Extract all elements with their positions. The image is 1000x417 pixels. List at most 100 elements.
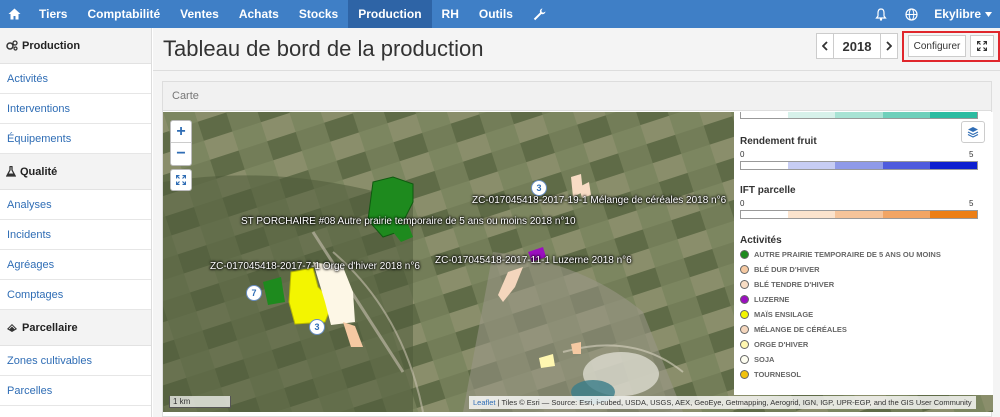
legend-activity-label: TOURNESOL bbox=[754, 370, 801, 379]
legend-activity-label: LUZERNE bbox=[754, 295, 790, 304]
sidebar-item-comptages[interactable]: Comptages bbox=[0, 280, 151, 310]
legend-gradient-top bbox=[740, 112, 978, 119]
previous-year-button[interactable] bbox=[816, 33, 834, 59]
legend-activity-label: BLÉ DUR D'HIVER bbox=[754, 265, 820, 274]
bell-icon bbox=[875, 7, 887, 21]
panel-header: Carte bbox=[163, 82, 991, 111]
legend-ift-gradient bbox=[740, 210, 978, 219]
configure-button[interactable]: Configurer bbox=[908, 35, 966, 57]
legend-swatch bbox=[740, 280, 749, 289]
map-label[interactable]: ZC-017045418-2017-7-1 Orge d'hiver 2018 … bbox=[210, 261, 420, 272]
leaflet-link[interactable]: Leaflet bbox=[473, 398, 496, 407]
map[interactable]: + − ZC-017045418-2017-19-1 Mélange de cé… bbox=[163, 112, 993, 412]
marker-cluster[interactable]: 7 bbox=[246, 285, 262, 301]
legend-activity-item: LUZERNE bbox=[740, 295, 789, 304]
sidebar-item-incidents[interactable]: Incidents bbox=[0, 220, 151, 250]
language-button[interactable] bbox=[896, 0, 926, 28]
header-divider bbox=[153, 70, 1000, 71]
sidebar-item-agreages[interactable]: Agréages bbox=[0, 250, 151, 280]
sidebar-section-title: Production bbox=[22, 39, 81, 52]
layers-icon bbox=[967, 127, 979, 138]
zoom-control: + − bbox=[170, 120, 192, 166]
legend-activity-item: AUTRE PRAIRIE TEMPORAIRE DE 5 ANS OU MOI… bbox=[740, 250, 941, 259]
next-year-button[interactable] bbox=[880, 33, 898, 59]
zoom-out-button[interactable]: − bbox=[171, 143, 191, 165]
sidebar-section-title: Parcellaire bbox=[22, 321, 78, 334]
sidebar-item-interventions[interactable]: Interventions bbox=[0, 94, 151, 124]
sidebar-section-parcellaire: Parcellaire bbox=[0, 310, 151, 346]
fullscreen-button[interactable] bbox=[970, 35, 994, 57]
legend-activity-item: BLÉ TENDRE D'HIVER bbox=[740, 280, 834, 289]
nav-production[interactable]: Production bbox=[348, 0, 432, 28]
legend-activity-item: ORGE D'HIVER bbox=[740, 340, 808, 349]
legend-ift-min: 0 bbox=[740, 199, 745, 208]
sidebar: Production Activités Interventions Équip… bbox=[0, 28, 152, 417]
legend-activity-item: MAÏS ENSILAGE bbox=[740, 310, 813, 319]
chevron-right-icon bbox=[886, 41, 892, 51]
legend-swatch bbox=[740, 340, 749, 349]
sidebar-section-production: Production bbox=[0, 28, 151, 64]
flask-icon bbox=[6, 166, 16, 177]
wrench-icon bbox=[533, 8, 546, 20]
layers-button[interactable] bbox=[961, 121, 985, 143]
zoom-in-button[interactable]: + bbox=[171, 121, 191, 143]
legend-swatch bbox=[740, 325, 749, 334]
legend-activity-item: BLÉ DUR D'HIVER bbox=[740, 265, 820, 274]
nav-ventes[interactable]: Ventes bbox=[170, 0, 229, 28]
map-label[interactable]: ZC-017045418-2017-19-1 Mélange de céréal… bbox=[472, 195, 726, 206]
nav-tiers[interactable]: Tiers bbox=[29, 0, 77, 28]
map-fullscreen-button[interactable] bbox=[170, 169, 192, 191]
sidebar-item-parcelles[interactable]: Parcelles bbox=[0, 376, 151, 406]
legend-activity-label: AUTRE PRAIRIE TEMPORAIRE DE 5 ANS OU MOI… bbox=[754, 250, 941, 259]
main-content: Tableau de bord de la production 2018 Co… bbox=[153, 28, 1000, 417]
sidebar-item-activites[interactable]: Activités bbox=[0, 64, 151, 94]
user-name: Ekylibre bbox=[934, 7, 981, 21]
nav-comptabilite[interactable]: Comptabilité bbox=[77, 0, 170, 28]
map-label[interactable]: ZC-017045418-2017-11-1 Luzerne 2018 n°6 bbox=[435, 255, 632, 266]
legend-activity-item: TOURNESOL bbox=[740, 370, 801, 379]
legend-swatch bbox=[740, 265, 749, 274]
user-menu[interactable]: Ekylibre bbox=[926, 7, 1000, 21]
navbar-right: Ekylibre bbox=[866, 0, 1000, 28]
legend-rendement-gradient bbox=[740, 161, 978, 170]
legend-swatch bbox=[740, 355, 749, 364]
map-scale: 1 km bbox=[169, 396, 231, 408]
legend-ift-title: IFT parcelle bbox=[740, 185, 796, 196]
legend-activities-title: Activités bbox=[740, 235, 782, 246]
legend-activity-label: MAÏS ENSILAGE bbox=[754, 310, 814, 319]
legend-activity-label: MÉLANGE DE CÉRÉALES bbox=[754, 325, 847, 334]
legend-swatch bbox=[740, 310, 749, 319]
sidebar-section-qualite: Qualité bbox=[0, 154, 151, 190]
legend-activity-label: SOJA bbox=[754, 355, 775, 364]
legend-rendement-title: Rendement fruit bbox=[740, 136, 817, 147]
legend-swatch bbox=[740, 250, 749, 259]
legend-activity-item: SOJA bbox=[740, 355, 774, 364]
nav-outils[interactable]: Outils bbox=[469, 0, 523, 28]
page-title: Tableau de bord de la production bbox=[163, 36, 484, 61]
sidebar-item-equipements[interactable]: Équipements bbox=[0, 124, 151, 154]
year-selector: 2018 bbox=[816, 33, 898, 59]
map-attribution: Leaflet | Tiles © Esri — Source: Esri, i… bbox=[469, 396, 976, 409]
nav-achats[interactable]: Achats bbox=[229, 0, 289, 28]
legend-swatch bbox=[740, 370, 749, 379]
legend-activity-item: MÉLANGE DE CÉRÉALES bbox=[740, 325, 847, 334]
caret-down-icon bbox=[985, 11, 992, 17]
marker-cluster[interactable]: 3 bbox=[309, 319, 325, 335]
globe-icon bbox=[905, 7, 918, 21]
top-navbar: Tiers Comptabilité Ventes Achats Stocks … bbox=[0, 0, 1000, 28]
sidebar-item-analyses[interactable]: Analyses bbox=[0, 190, 151, 220]
map-label[interactable]: ST PORCHAIRE #08 Autre prairie temporair… bbox=[241, 216, 576, 227]
notifications-button[interactable] bbox=[866, 0, 896, 28]
sidebar-item-zones-cultivables[interactable]: Zones cultivables bbox=[0, 346, 151, 376]
sidebar-section-title: Qualité bbox=[20, 165, 58, 178]
nav-stocks[interactable]: Stocks bbox=[289, 0, 348, 28]
marker-cluster[interactable]: 3 bbox=[531, 180, 547, 196]
nav-rh[interactable]: RH bbox=[432, 0, 469, 28]
legend-activity-label: ORGE D'HIVER bbox=[754, 340, 809, 349]
map-panel: Carte + − ZC-017045418-2017-19-1 Mélange… bbox=[162, 81, 993, 417]
legend-swatch bbox=[740, 295, 749, 304]
legend-rendement-min: 0 bbox=[740, 150, 745, 159]
home-button[interactable] bbox=[0, 0, 29, 28]
nav-settings[interactable] bbox=[523, 0, 556, 28]
expand-icon bbox=[977, 41, 987, 51]
